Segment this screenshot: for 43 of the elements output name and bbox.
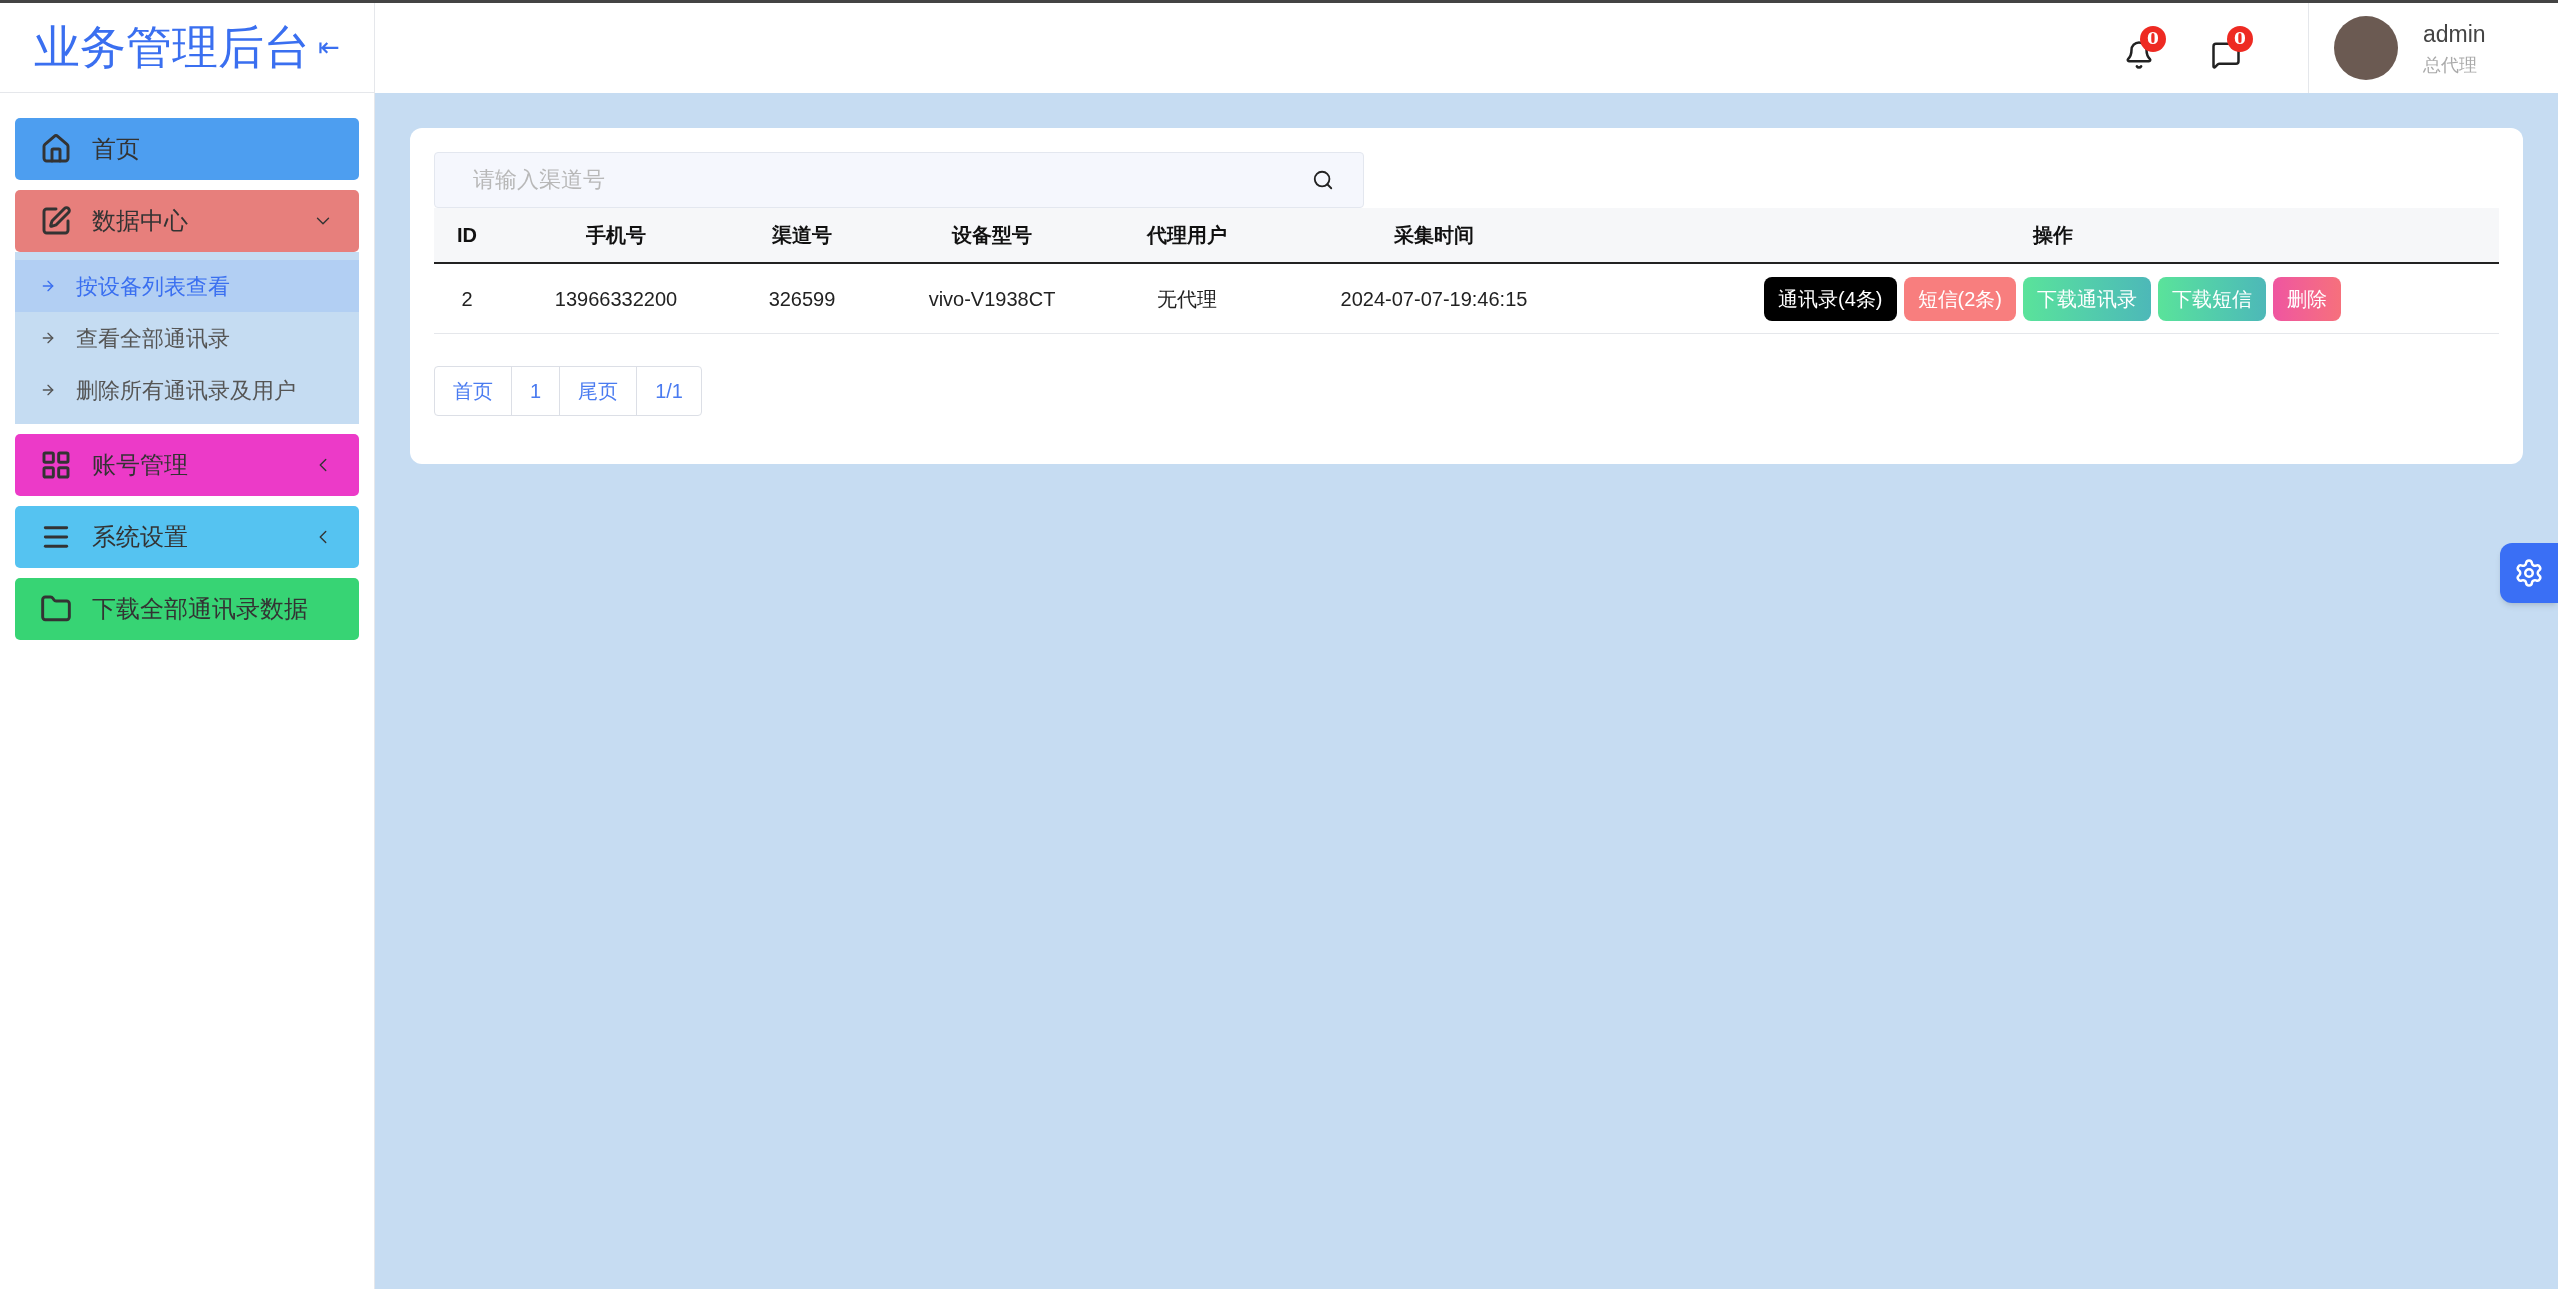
sidebar-item[interactable]: 首页 [15,118,359,180]
brand-title: 业务管理后台 [34,20,310,75]
search-field[interactable]: 请输入渠道号 [434,152,1364,208]
column-header: 手机号 [585,223,647,248]
pagination-link[interactable]: 尾页 [559,367,637,415]
table-cell-text: 326599 [767,286,837,312]
sidebar-item[interactable]: 数据中心 [15,190,359,252]
pagination-link[interactable]: 首页 [435,367,511,415]
table-cell-text: vivo-V1938CT [927,286,1057,312]
action-button[interactable]: 通讯录(4条) [1764,276,1897,321]
pagination-link[interactable]: 1 [511,367,560,415]
column-header: 采集时间 [1393,223,1475,248]
submenu-item[interactable]: 查看全部通讯录 [15,312,359,364]
table-cell-text: 无代理 [1156,286,1218,312]
search-icon[interactable] [1312,169,1334,191]
table-cell-text: 2 [460,286,474,312]
column-header: 代理用户 [1145,223,1228,248]
action-button[interactable]: 删除 [2272,276,2341,321]
column-header: 渠道号 [771,223,833,248]
column-header: ID [456,223,478,248]
notification-count: 0 [2140,26,2166,52]
sidebar-item[interactable]: 账号管理 [15,434,359,496]
house-icon [40,133,72,165]
settings-button[interactable] [2500,543,2558,603]
message-count: 0 [2227,26,2253,52]
column-header: 设备型号 [950,223,1033,248]
grid-icon [40,449,72,481]
notification-button[interactable]: 0 [2124,26,2166,70]
submenu-item[interactable]: 删除所有通讯录及用户 [15,364,359,416]
table-cell-text: 13966332200 [553,286,679,312]
pagination-link[interactable]: 1/1 [636,367,701,415]
table-cell-text: 2024-07-07-19:46:15 [1339,286,1529,312]
user-role: 总代理 [2423,53,2478,77]
pencil-square-icon [40,205,72,237]
sidebar-item[interactable]: 下载全部通讯录数据 [15,578,359,640]
submenu-item[interactable]: 按设备列表查看 [15,260,359,312]
column-header: 操作 [2031,223,2074,248]
message-button[interactable]: 0 [2211,26,2253,70]
collapse-button[interactable]: ⇤ [318,28,340,67]
action-button[interactable]: 短信(2条) [1903,276,2016,321]
settings-icon [2514,558,2544,588]
sidebar-item[interactable]: 系统设置 [15,506,359,568]
user-name: admin [2423,20,2486,50]
